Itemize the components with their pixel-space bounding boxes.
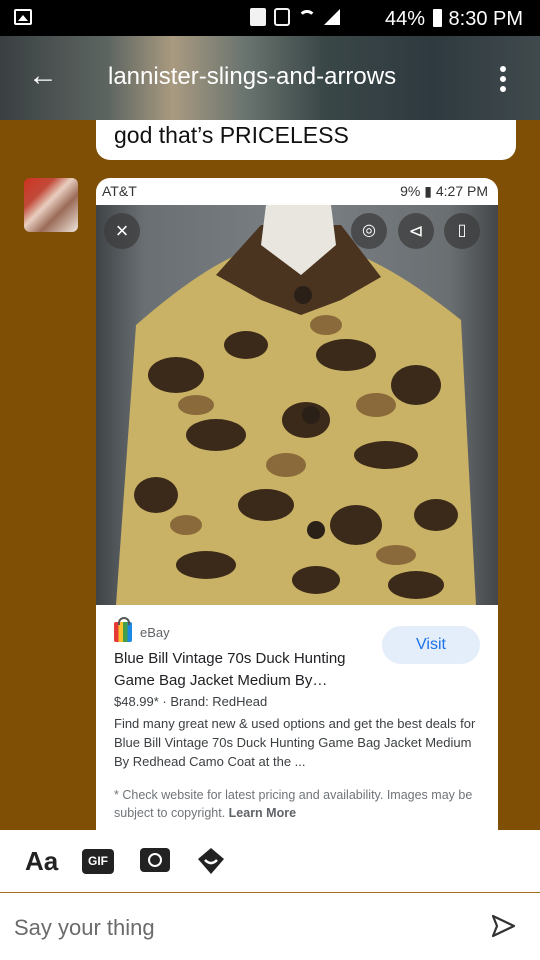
screenshot-status-bar: AT&T 9% ▮ 4:27 PM xyxy=(96,178,498,205)
camo-jacket-image xyxy=(116,205,476,605)
product-title[interactable]: Blue Bill Vintage 70s Duck Hunting Game … xyxy=(114,648,376,692)
wifi-icon xyxy=(298,10,316,24)
text-style-button[interactable]: Aa xyxy=(25,846,58,877)
chat-header: ← lannister-slings-and-arrows xyxy=(0,36,540,120)
source-row: eBay xyxy=(114,617,170,642)
learn-more-link[interactable]: Learn More xyxy=(229,806,296,820)
screenshot-status-right: 9% ▮ 4:27 PM xyxy=(400,183,488,199)
back-arrow-icon[interactable]: ← xyxy=(28,61,58,91)
message-input-row: Say your thing xyxy=(0,893,540,960)
message-input[interactable]: Say your thing xyxy=(14,915,155,941)
camera-icon[interactable] xyxy=(140,848,170,872)
battery-percent: 44% xyxy=(384,8,425,30)
send-icon[interactable] xyxy=(490,913,516,939)
close-icon[interactable]: × xyxy=(104,213,140,249)
battery-icon xyxy=(433,9,442,27)
composer-toolbar: Aa GIF xyxy=(0,830,540,893)
mute-icon xyxy=(274,8,290,26)
image-message-card[interactable]: AT&T 9% ▮ 4:27 PM × ◎ ⊲ ▯ eBay Visit Blu… xyxy=(96,178,498,830)
product-description: Find many great new & used options and g… xyxy=(114,716,476,769)
lens-icon[interactable]: ◎ xyxy=(351,213,387,249)
gallery-icon xyxy=(14,9,32,25)
screenshot-carrier: AT&T xyxy=(102,183,137,199)
chat-title[interactable]: lannister-slings-and-arrows xyxy=(108,63,438,91)
more-options-icon[interactable] xyxy=(500,66,506,96)
price-brand: $48.99* · Brand: RedHead xyxy=(114,694,268,709)
share-icon[interactable]: ⊲ xyxy=(398,213,434,249)
shopping-bag-icon xyxy=(114,617,132,642)
previous-message-bubble[interactable]: god that’s PRICELESS xyxy=(96,120,516,160)
sim-icon xyxy=(250,8,266,26)
product-photo[interactable]: × ◎ ⊲ ▯ xyxy=(96,205,498,605)
bookmark-icon[interactable]: ▯ xyxy=(444,213,480,249)
avatar[interactable] xyxy=(24,178,78,232)
previous-message-text: god that’s PRICELESS xyxy=(114,122,349,148)
gif-button[interactable]: GIF xyxy=(82,849,114,874)
sticker-icon[interactable] xyxy=(196,846,226,876)
signal-icon xyxy=(324,9,340,25)
status-icons xyxy=(250,8,340,26)
disclaimer: * Check website for latest pricing and a… xyxy=(114,786,482,822)
source-name: eBay xyxy=(140,624,170,640)
status-time: 8:30 PM xyxy=(448,8,523,30)
visit-button[interactable]: Visit xyxy=(382,626,480,664)
status-bar: 44% 8:30 PM xyxy=(0,0,540,36)
